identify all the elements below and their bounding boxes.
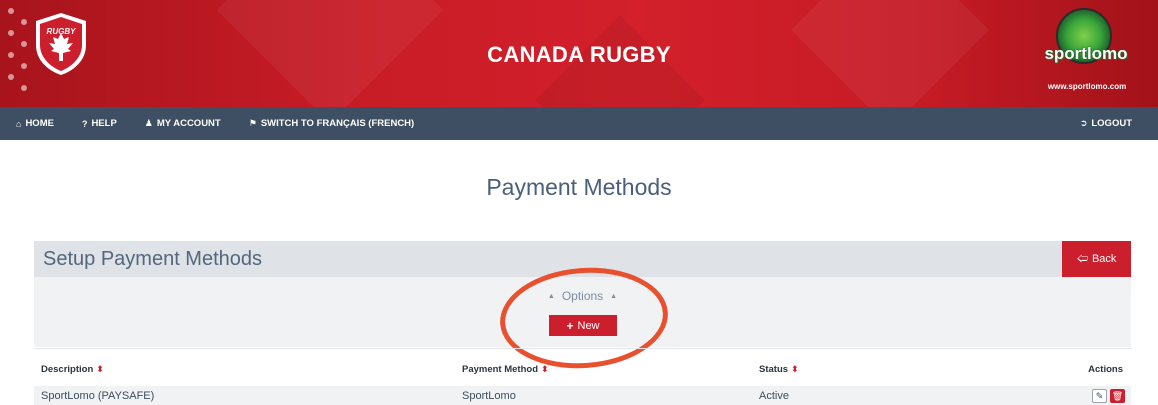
cell-payment-method: SportLomo	[462, 390, 516, 402]
trash-icon: 🗑	[1111, 390, 1124, 401]
arrow-left-icon: 🢠	[1076, 252, 1088, 265]
nav-item-label: HELP	[91, 118, 117, 129]
nav-item-label: HOME	[25, 118, 54, 129]
logout-icon: ➲	[1079, 118, 1088, 128]
new-button-label: New	[577, 319, 600, 332]
column-header-status[interactable]: Status ⬍	[759, 364, 799, 375]
options-bar: ▲ Options ▲ + New	[34, 277, 1131, 347]
options-toggle[interactable]: ▲ Options ▲	[34, 289, 1131, 303]
user-icon: ♟	[144, 118, 153, 128]
pencil-icon: ✎	[1095, 390, 1104, 401]
back-button[interactable]: 🢠 Back	[1062, 241, 1131, 277]
cell-description: SportLomo (PAYSAFE)	[41, 390, 155, 402]
column-header-description[interactable]: Description ⬍	[41, 364, 104, 375]
nav-item-label: MY ACCOUNT	[156, 118, 221, 129]
crest-text: RUGBY	[47, 27, 77, 36]
site-title: CANADA RUGBY	[487, 42, 671, 67]
table-header: Description ⬍ Payment Method ⬍ Status ⬍ Act…	[34, 348, 1131, 386]
site-banner: RUGBY CANADA RUGBY sportlomo www.sportlo…	[0, 0, 1158, 107]
nav-item-home[interactable]: ⌂ HOME	[0, 107, 68, 140]
caret-up-icon: ▲	[547, 293, 555, 301]
nav-item-label: SWITCH TO FRANÇAIS (FRENCH)	[260, 118, 415, 129]
column-header-actions: Actions	[1088, 364, 1123, 375]
nav-item-help[interactable]: ? HELP	[68, 107, 131, 140]
flag-icon: ⚑	[248, 118, 257, 128]
column-header-label: Payment Method	[462, 364, 539, 375]
column-header-label: Description	[41, 364, 94, 375]
sportlomo-logo-text: sportlomo	[1044, 44, 1128, 63]
page-title: Payment Methods	[486, 174, 672, 200]
main-nav: ⌂ HOME ? HELP ♟ MY ACCOUNT ⚑ SWITCH TO F…	[0, 107, 1158, 140]
sportlomo-url: www.sportlomo.com	[1047, 82, 1127, 91]
plus-icon: +	[566, 318, 574, 333]
nav-item-logout[interactable]: ➲ LOGOUT	[1080, 107, 1132, 140]
nav-item-label: LOGOUT	[1091, 118, 1132, 129]
sort-icon: ⬍	[541, 364, 549, 374]
table-row: SportLomo (PAYSAFE) SportLomo Active ✎ 🗑	[34, 386, 1131, 405]
nav-item-my-account[interactable]: ♟ MY ACCOUNT	[131, 107, 235, 140]
column-header-payment-method[interactable]: Payment Method ⬍	[462, 364, 549, 375]
edit-button[interactable]: ✎	[1092, 389, 1107, 403]
panel-title: Setup Payment Methods	[43, 247, 263, 270]
help-icon: ?	[81, 118, 88, 129]
panel-header: Setup Payment Methods 🢠 Back	[34, 241, 1131, 277]
column-header-label: Status	[759, 364, 789, 375]
new-button[interactable]: + New	[549, 315, 617, 336]
delete-button[interactable]: 🗑	[1110, 389, 1125, 403]
column-header-label: Actions	[1088, 364, 1123, 375]
home-icon: ⌂	[16, 118, 22, 129]
caret-up-icon: ▲	[610, 293, 618, 301]
cell-actions: ✎ 🗑	[1092, 389, 1125, 403]
sort-icon: ⬍	[791, 364, 799, 374]
back-button-label: Back	[1091, 253, 1117, 265]
sort-icon: ⬍	[96, 364, 104, 374]
nav-item-switch-language[interactable]: ⚑ SWITCH TO FRANÇAIS (FRENCH)	[235, 107, 428, 140]
options-label: Options	[561, 289, 604, 303]
cell-status: Active	[759, 390, 789, 402]
sportlomo-logo[interactable]: sportlomo www.sportlomo.com	[1032, 8, 1142, 96]
